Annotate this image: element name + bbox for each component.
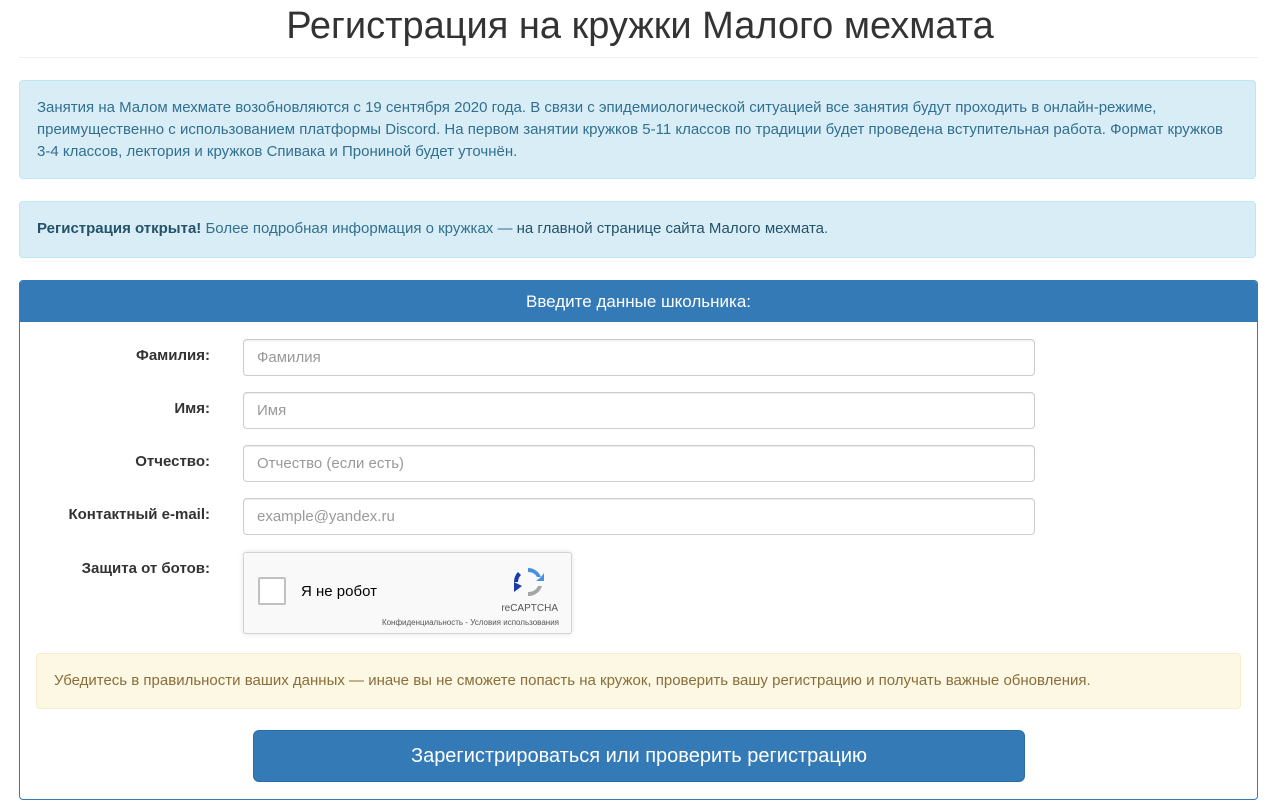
registration-notice-end: . [824, 220, 829, 237]
recaptcha-logo-icon [513, 568, 544, 597]
patronymic-label: Отчество: [135, 453, 210, 470]
registration-notice-text: Более подробная информация о кружках — [201, 220, 517, 237]
title-divider [19, 57, 1258, 58]
form-heading: Введите данные школьника: [20, 281, 1257, 322]
patronymic-row: Отчество: [20, 445, 1257, 482]
data-warning: Убедитесь в правильности ваших данных — … [36, 653, 1241, 709]
recaptcha-brand: reCAPTCHA [501, 603, 558, 614]
recaptcha-checkbox[interactable] [258, 577, 286, 605]
last-name-input[interactable] [243, 339, 1035, 376]
main-page-link[interactable]: на главной странице сайта Малого мехмата [517, 220, 824, 237]
register-button[interactable]: Зарегистрироваться или проверить регистр… [253, 730, 1025, 782]
email-input[interactable] [243, 498, 1035, 535]
patronymic-input[interactable] [243, 445, 1035, 482]
first-name-label: Имя: [174, 400, 210, 417]
captcha-row: Защита от ботов: Я не робот reCAPTCHA Ко… [20, 552, 1257, 634]
first-name-row: Имя: [20, 392, 1257, 429]
info-notice: Занятия на Малом мехмате возобновляются … [19, 80, 1256, 179]
last-name-row: Фамилия: [20, 339, 1257, 376]
email-label: Контактный e-mail: [68, 506, 210, 523]
registration-form-panel: Введите данные школьника: Фамилия: Имя: … [19, 280, 1258, 800]
recaptcha-widget: Я не робот reCAPTCHA Конфиденциальность … [243, 552, 572, 634]
info-notice-text: Занятия на Малом мехмате возобновляются … [37, 99, 1224, 160]
page-title: Регистрация на кружки Малого мехмата [286, 5, 994, 47]
registration-open-label: Регистрация открыта! [37, 220, 202, 237]
recaptcha-label: Я не робот [301, 583, 377, 600]
last-name-label: Фамилия: [136, 347, 210, 364]
captcha-label: Защита от ботов: [81, 560, 210, 577]
first-name-input[interactable] [243, 392, 1035, 429]
recaptcha-terms-link[interactable]: Конфиденциальность - Условия использован… [382, 618, 559, 627]
registration-open-notice: Регистрация открыта! Более подробная инф… [19, 201, 1256, 258]
email-row: Контактный e-mail: [20, 498, 1257, 535]
